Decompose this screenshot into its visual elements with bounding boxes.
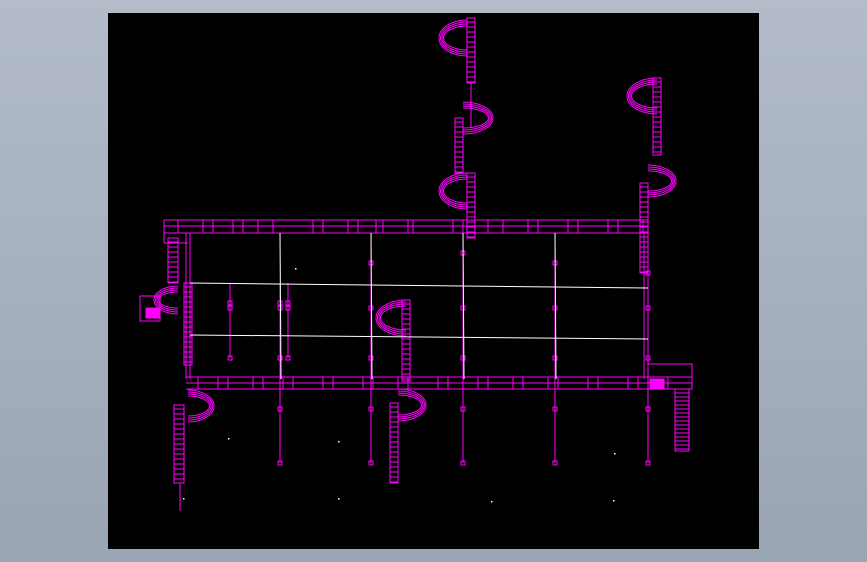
point-marker	[338, 498, 340, 500]
right-landing-fill	[649, 378, 665, 389]
point-marker	[338, 441, 340, 443]
right-stair	[674, 388, 690, 452]
point-marker	[613, 500, 615, 502]
lower-left-cage	[187, 389, 215, 423]
left-tall-ladder	[183, 282, 193, 366]
structure-group	[139, 17, 693, 511]
point-marker	[228, 438, 230, 440]
point-marker	[295, 268, 297, 270]
white-horizontal-line	[189, 282, 649, 289]
center-bottom-ladder	[389, 402, 399, 484]
point-marker	[183, 498, 185, 500]
left-ladder	[167, 237, 179, 284]
left-landing-fill	[145, 307, 161, 319]
point-marker	[614, 453, 616, 455]
point-marker	[491, 501, 493, 503]
lower-ladder	[466, 172, 476, 239]
upper-ladder	[466, 17, 476, 84]
mid-ladder	[454, 117, 464, 174]
white-horizontal-line	[189, 334, 649, 340]
cad-drawing-viewport[interactable]	[108, 13, 759, 549]
white-lines-group	[183, 232, 649, 503]
pipe-rack-wireframe	[139, 17, 693, 511]
